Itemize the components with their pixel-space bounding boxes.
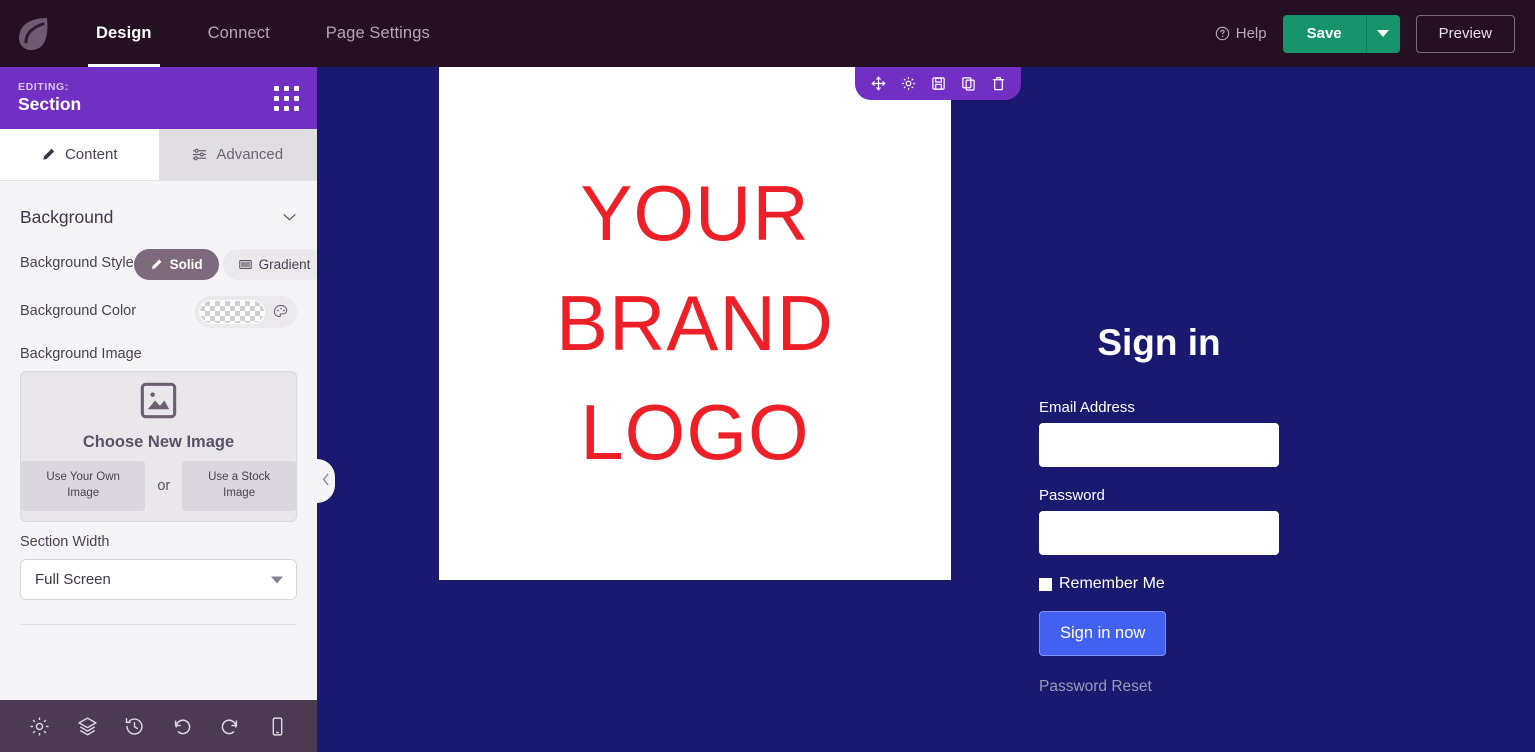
signin-submit-button[interactable]: Sign in now — [1039, 611, 1167, 656]
help-button[interactable]: Help — [1215, 25, 1267, 42]
use-stock-image-button[interactable]: Use a Stock Image — [182, 461, 296, 511]
main-nav: Design Connect Page Settings — [68, 0, 458, 67]
mobile-icon[interactable] — [267, 716, 288, 737]
nav-tab-connect[interactable]: Connect — [180, 0, 298, 67]
gear-icon[interactable] — [29, 716, 50, 737]
email-label: Email Address — [1039, 399, 1135, 416]
trash-icon[interactable] — [983, 67, 1013, 100]
topbar-actions: Help Save Preview — [1215, 14, 1535, 53]
background-style-gradient-option[interactable]: Gradient — [222, 248, 317, 280]
section-width-select-wrap: Full Screen — [20, 559, 297, 600]
move-icon[interactable] — [863, 67, 893, 100]
question-circle-icon — [1215, 26, 1230, 41]
password-label: Password — [1039, 487, 1105, 504]
brand-logo-panel[interactable]: YOUR BRAND LOGO — [439, 67, 951, 580]
background-section-header[interactable]: Background — [20, 181, 297, 242]
remember-me-row: Remember Me — [1039, 575, 1279, 593]
panel-divider — [20, 624, 297, 625]
leaf-logo-icon[interactable] — [0, 16, 68, 52]
tab-content[interactable]: Content — [0, 129, 159, 180]
logo-line-1: YOUR — [580, 169, 810, 258]
remember-me-label: Remember Me — [1059, 575, 1165, 592]
nav-tab-page-settings-label: Page Settings — [325, 24, 430, 42]
gear-icon[interactable] — [893, 67, 923, 100]
workspace: EDITING: Section Content Advanced Backgr… — [0, 67, 1535, 752]
help-label: Help — [1235, 25, 1267, 42]
layers-icon[interactable] — [77, 716, 98, 737]
background-style-gradient-label: Gradient — [258, 256, 311, 272]
palette-icon[interactable] — [273, 304, 289, 320]
grid-dots-icon[interactable] — [274, 85, 299, 111]
chevron-left-icon — [322, 473, 330, 489]
section-width-label: Section Width — [20, 534, 110, 550]
nav-tab-design[interactable]: Design — [68, 0, 180, 67]
sidebar-tabs: Content Advanced — [0, 129, 317, 181]
save-icon[interactable] — [923, 67, 953, 100]
settings-sidebar: EDITING: Section Content Advanced Backgr… — [0, 67, 317, 752]
background-section-title: Background — [20, 207, 114, 227]
duplicate-icon[interactable] — [953, 67, 983, 100]
email-input[interactable] — [1039, 423, 1279, 467]
use-own-image-button[interactable]: Use Your Own Image — [21, 461, 146, 511]
password-reset-link[interactable]: Password Reset — [1039, 678, 1279, 696]
editing-header-text: EDITING: Section — [18, 81, 81, 114]
background-image-label: Background Image — [20, 346, 142, 362]
editing-label: EDITING: — [18, 81, 69, 94]
preview-button[interactable]: Preview — [1415, 14, 1515, 53]
background-color-swatch[interactable] — [199, 300, 265, 324]
upload-title: Choose New Image — [82, 433, 235, 452]
gradient-swatch-icon — [238, 258, 252, 271]
save-button-group: Save — [1282, 14, 1400, 53]
redo-icon[interactable] — [219, 716, 240, 737]
or-label: or — [157, 478, 171, 494]
signin-title: Sign in — [1097, 322, 1221, 363]
tab-advanced[interactable]: Advanced — [158, 129, 317, 180]
section-toolbar — [855, 67, 1021, 100]
background-color-field — [195, 296, 297, 328]
page-canvas: YOUR BRAND LOGO Sign in Email Address Pa… — [317, 67, 1535, 752]
pencil-icon — [41, 147, 56, 162]
settings-panel: Background Background Style Solid Gradie… — [0, 181, 317, 700]
background-style-solid-option[interactable]: Solid — [133, 248, 219, 280]
pencil-icon — [150, 258, 163, 271]
tab-advanced-label: Advanced — [216, 146, 284, 163]
section-width-select[interactable]: Full Screen — [20, 559, 297, 600]
save-button[interactable]: Save — [1282, 14, 1366, 53]
background-color-label: Background Color — [20, 303, 137, 320]
page-builder-app: Design Connect Page Settings Help Save P… — [0, 0, 1535, 752]
background-style-label: Background Style — [20, 255, 134, 272]
password-input[interactable] — [1039, 511, 1279, 555]
image-placeholder-icon — [140, 382, 177, 424]
remember-me-checkbox[interactable] — [1039, 577, 1052, 591]
sliders-icon — [192, 147, 207, 162]
top-navigation-bar: Design Connect Page Settings Help Save P… — [0, 0, 1535, 67]
save-dropdown-toggle[interactable] — [1365, 14, 1400, 53]
nav-tab-connect-label: Connect — [207, 24, 270, 42]
chevron-down-icon — [1377, 30, 1390, 37]
background-color-row: Background Color — [20, 290, 297, 334]
background-image-dropzone[interactable]: Choose New Image Use Your Own Image or U… — [20, 371, 297, 522]
logo-line-3: LOGO — [580, 388, 810, 477]
signin-form: Sign in Email Address Password Remember … — [1039, 322, 1279, 696]
history-icon[interactable] — [124, 716, 145, 737]
nav-tab-design-label: Design — [96, 24, 152, 42]
undo-icon[interactable] — [172, 716, 193, 737]
editing-title: Section — [18, 94, 82, 115]
tab-content-label: Content — [64, 146, 118, 163]
editing-header: EDITING: Section — [0, 67, 317, 129]
sidebar-bottom-toolbar — [0, 700, 317, 752]
background-style-row: Background Style Solid Gradient — [20, 242, 317, 286]
background-style-solid-label: Solid — [169, 256, 203, 272]
chevron-down-icon — [282, 209, 297, 227]
section-width-value: Full Screen — [35, 571, 111, 588]
logo-line-2: BRAND — [555, 278, 835, 367]
nav-tab-page-settings[interactable]: Page Settings — [298, 0, 458, 67]
upload-actions: Use Your Own Image or Use a Stock Image — [21, 461, 296, 511]
background-style-segmented: Solid Gradient — [133, 248, 317, 280]
